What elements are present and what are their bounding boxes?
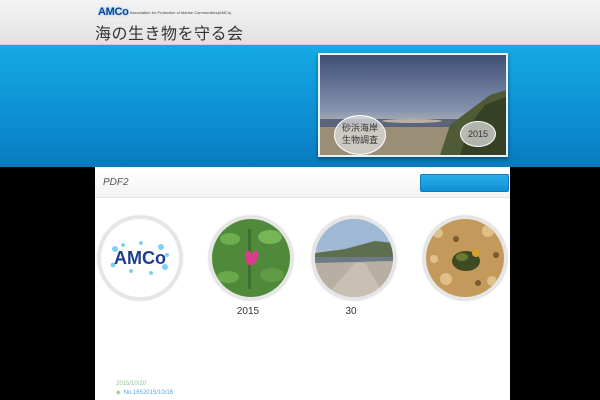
news-date: 2015/10/20 — [116, 381, 147, 387]
year-bubble: 2015 — [460, 121, 496, 147]
news-link[interactable]: No.1652015/10/16 — [124, 390, 173, 396]
beach-caption: 30 — [345, 306, 357, 317]
survey-title-bubble: 砂浜海岸 生物調査 — [334, 115, 386, 155]
hero-banner[interactable]: 砂浜海岸 生物調査 2015 — [318, 53, 508, 157]
section-header: PDF2 — [95, 167, 510, 198]
news-item[interactable]: ◆ No.1652015/10/16 — [116, 389, 173, 396]
logo-text: AMCo — [98, 6, 129, 18]
crab-photo-icon — [426, 219, 504, 297]
hero-band — [0, 45, 600, 167]
amco-logo-icon: AMCo — [101, 219, 179, 297]
beach-photo-circle[interactable] — [312, 216, 396, 300]
bullet-icon: ◆ — [116, 390, 121, 396]
section-button[interactable] — [420, 174, 509, 192]
banner-title-line2: 生物調査 — [341, 136, 378, 146]
amco-logo-mark: AMCo — [97, 6, 129, 20]
section-title: PDF2 — [103, 177, 129, 188]
banner-title-line1: 砂浜海岸 — [341, 124, 378, 134]
gallery-logo-text: AMCo — [114, 248, 166, 268]
site-title: 海の生き物を守る会 — [95, 24, 244, 43]
beach-photo-icon — [315, 219, 393, 297]
site-header: AMCo Association for Protection of Marin… — [0, 0, 600, 45]
flower-photo-circle[interactable] — [209, 216, 293, 300]
crab-photo-circle[interactable] — [423, 216, 507, 300]
logo-subtitle: Association for Protection of Marine Com… — [130, 10, 232, 15]
flower-caption: 2015 — [236, 306, 260, 317]
amco-logo-circle[interactable]: AMCo — [98, 216, 182, 300]
main-content: PDF2 AMCo 2015 30 2015/10/20 ◆ No.165201… — [95, 167, 510, 400]
flower-photo-icon — [212, 219, 290, 297]
